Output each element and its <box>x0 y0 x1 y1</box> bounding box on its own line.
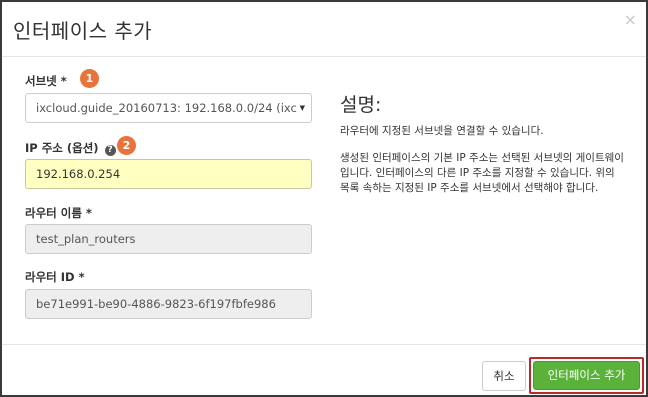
caret-down-icon: ▼ <box>299 104 305 112</box>
close-icon[interactable]: × <box>624 12 637 28</box>
submit-highlight: 인터페이스 추가 <box>529 357 644 394</box>
dialog-header: 인터페이스 추가 × <box>2 2 646 57</box>
router-id-label-text: 라우터 ID <box>25 270 75 284</box>
dialog-title: 인터페이스 추가 <box>13 19 153 43</box>
cancel-button[interactable]: 취소 <box>482 361 526 391</box>
footer-divider <box>2 344 646 345</box>
router-name-label: 라우터 이름 * <box>25 205 92 221</box>
router-id-field: be71e991-be90-4886-9823-6f197fbfe986 <box>25 289 312 319</box>
router-name-field: test_plan_routers <box>25 224 312 254</box>
ip-label-text: IP 주소 (옵션) <box>25 141 99 155</box>
description-title: 설명: <box>340 94 382 116</box>
step-badge-1: 1 <box>80 69 99 88</box>
required-mark: * <box>60 74 67 88</box>
step-badge-2: 2 <box>117 136 136 155</box>
required-mark: * <box>78 270 85 284</box>
subnet-select[interactable]: ixcloud.guide_20160713: 192.168.0.0/24 (… <box>25 93 312 123</box>
subnet-label-text: 서브넷 <box>25 74 57 88</box>
router-name-label-text: 라우터 이름 <box>25 206 82 220</box>
subnet-label: 서브넷 * <box>25 73 67 89</box>
add-interface-button[interactable]: 인터페이스 추가 <box>533 361 640 390</box>
subnet-select-value: ixcloud.guide_20160713: 192.168.0.0/24 (… <box>36 101 297 115</box>
ip-label: IP 주소 (옵션) ? <box>25 140 116 156</box>
add-interface-dialog: 인터페이스 추가 × 서브넷 * 1 ixcloud.guide_2016071… <box>0 0 648 397</box>
ip-address-input[interactable]: 192.168.0.254 <box>25 159 312 189</box>
description-paragraph-2: 생성된 인터페이스의 기본 IP 주소는 선택된 서브넷의 게이트웨이입니다. … <box>340 152 624 194</box>
help-icon[interactable]: ? <box>104 145 116 156</box>
description-paragraph-1: 라우터에 지정된 서브넷을 연결할 수 있습니다. <box>340 125 544 137</box>
router-id-label: 라우터 ID * <box>25 269 85 285</box>
required-mark: * <box>85 206 92 220</box>
